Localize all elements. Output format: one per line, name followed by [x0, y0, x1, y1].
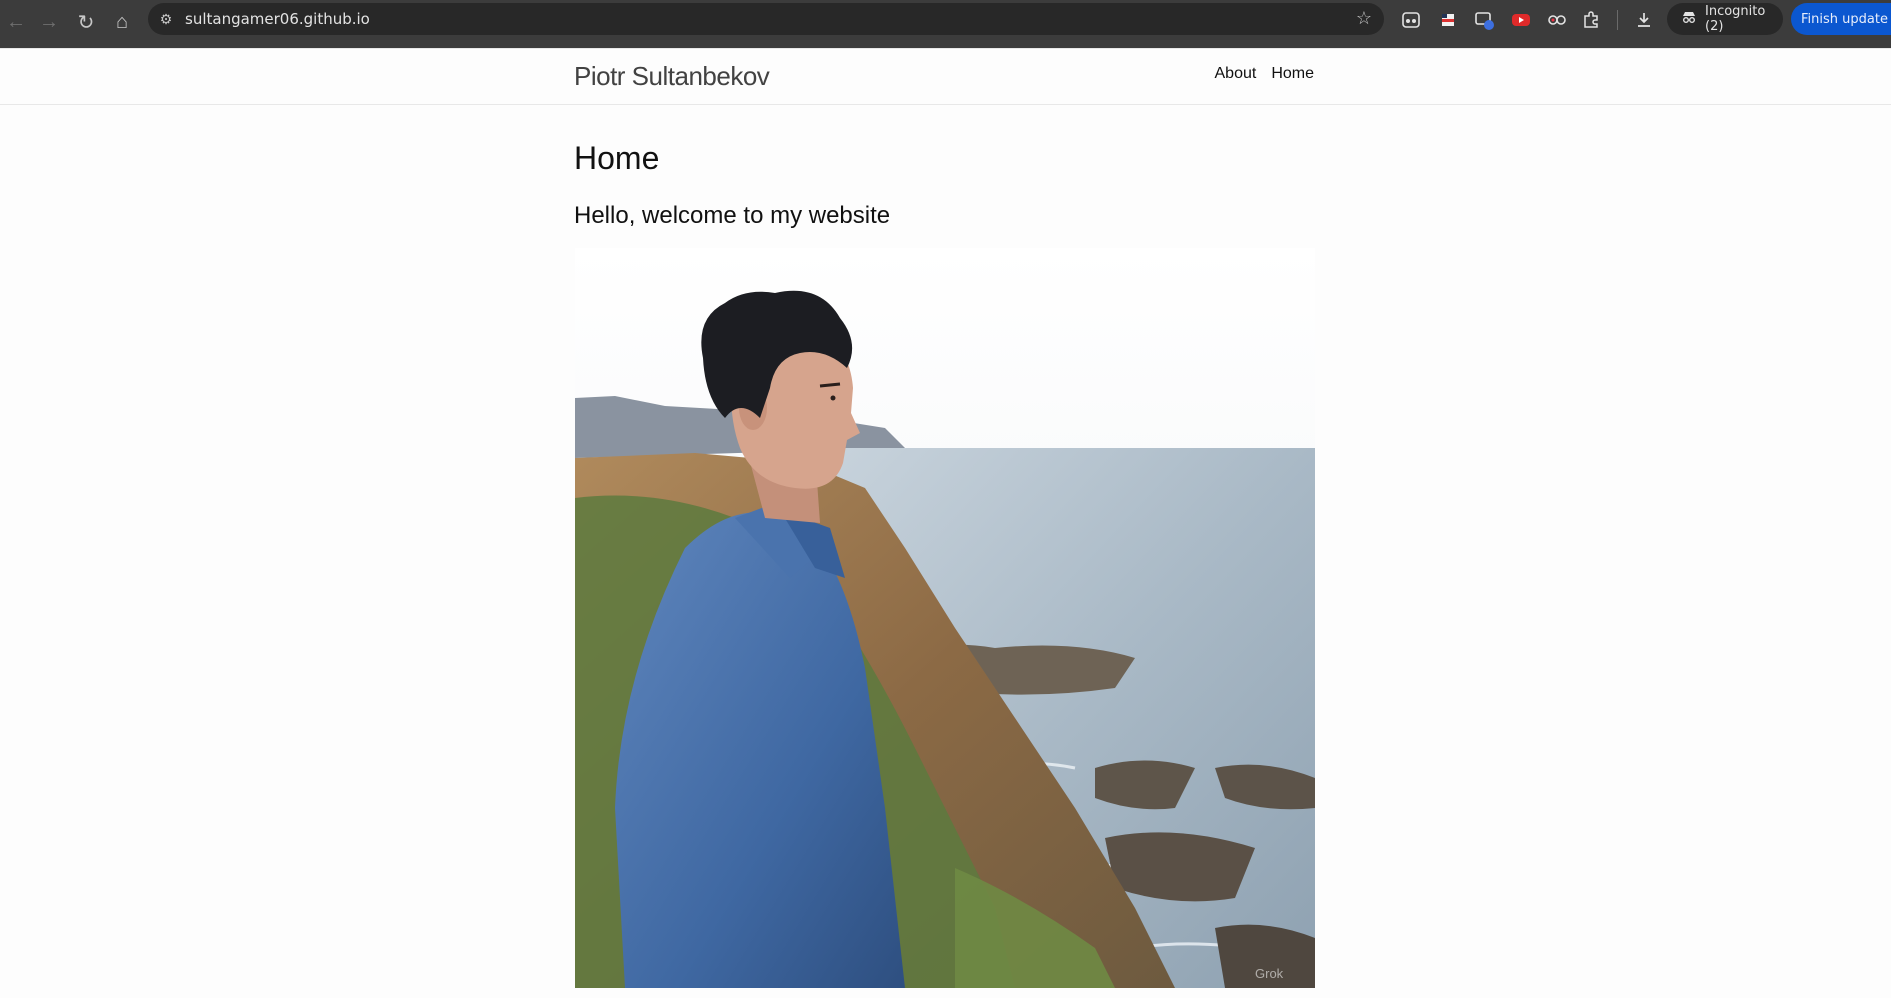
toolbar-divider	[1617, 10, 1618, 30]
incognito-button[interactable]: Incognito (2)	[1667, 3, 1783, 35]
browser-toolbar: ← → ↻ ⌂ ⚙ sultangamer06.github.io ☆ Inco…	[0, 0, 1891, 48]
finish-update-label: Finish update	[1801, 11, 1888, 27]
forward-icon[interactable]: →	[33, 6, 65, 38]
home-icon[interactable]: ⌂	[106, 6, 138, 38]
extension-flag-icon[interactable]	[1437, 9, 1459, 31]
back-icon[interactable]: ←	[0, 6, 32, 38]
extensions-puzzle-icon[interactable]	[1580, 9, 1602, 31]
reload-icon[interactable]: ↻	[70, 6, 102, 38]
url-text[interactable]: sultangamer06.github.io	[185, 3, 370, 35]
welcome-text: Hello, welcome to my website	[574, 202, 891, 229]
incognito-icon	[1681, 10, 1697, 28]
extension-window-icon[interactable]	[1474, 9, 1496, 31]
extension-glasses-icon[interactable]	[1400, 9, 1422, 31]
extension-eyes-icon[interactable]	[1546, 9, 1568, 31]
site-nav: About Home	[1215, 65, 1315, 83]
address-bar[interactable]: ⚙ sultangamer06.github.io ☆	[148, 3, 1384, 35]
site-settings-icon[interactable]: ⚙	[156, 9, 176, 29]
extension-youtube-icon[interactable]	[1510, 9, 1532, 31]
bookmark-star-icon[interactable]: ☆	[1356, 8, 1372, 29]
incognito-label: Incognito (2)	[1705, 4, 1766, 34]
site-header: Piotr Sultanbekov About Home	[0, 48, 1891, 105]
nav-link-home[interactable]: Home	[1271, 65, 1314, 83]
svg-text:Grok: Grok	[1255, 966, 1284, 981]
page-title: Home	[574, 140, 660, 176]
site-title[interactable]: Piotr Sultanbekov	[574, 61, 770, 92]
profile-photo: Grok	[575, 248, 1315, 988]
nav-link-about[interactable]: About	[1215, 65, 1257, 83]
finish-update-button[interactable]: Finish update	[1791, 3, 1891, 35]
download-icon[interactable]	[1633, 9, 1655, 31]
